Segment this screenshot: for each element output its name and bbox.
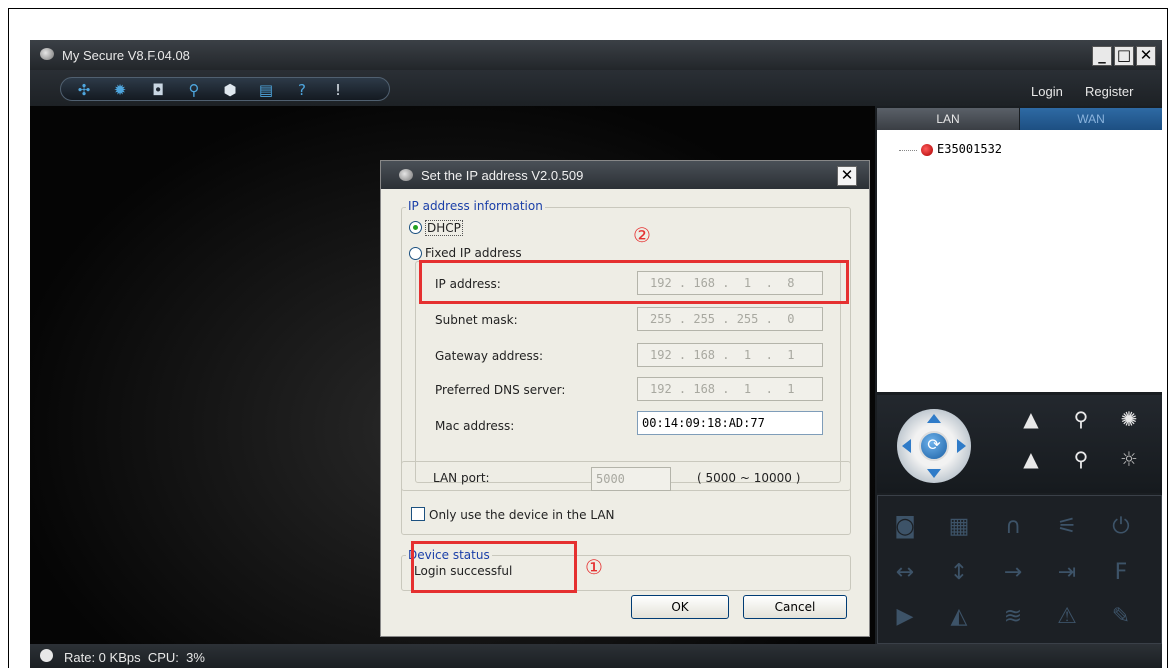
iris-close-icon[interactable]: ☼	[1117, 447, 1141, 471]
search-icon[interactable]: ⚲	[185, 81, 203, 99]
mirror-icon[interactable]: ◭	[944, 604, 974, 630]
enter-icon[interactable]: ⇥	[1052, 560, 1082, 586]
record-icon[interactable]: ▦	[944, 514, 974, 540]
radio-selected-dot	[413, 225, 418, 230]
focus-near-icon[interactable]: ▲	[1019, 447, 1043, 471]
tab-wan[interactable]: WAN	[1020, 108, 1162, 130]
device-name: E35001532	[937, 142, 1003, 156]
lan-port-input[interactable]: 5000	[591, 467, 671, 491]
fixed-ip-radio[interactable]	[409, 247, 422, 260]
cancel-button[interactable]: Cancel	[743, 595, 847, 619]
tool-strip: ✣ ✹ ◘ ⚲ ⬢ ▤ ? !	[60, 77, 390, 101]
status-text: Rate: 0 KBps CPU: 3%	[64, 650, 205, 665]
wifi-icon[interactable]: ≋	[998, 604, 1028, 630]
pan-right-icon[interactable]	[957, 439, 966, 453]
pan-down-icon[interactable]	[927, 469, 941, 478]
move-right-icon[interactable]: →	[998, 560, 1028, 586]
dhcp-label[interactable]: DHCP	[425, 220, 463, 236]
play-icon[interactable]: ▶	[890, 604, 920, 630]
app-window: My Secure V8.F.04.08 _ □ ✕ ✣ ✹ ◘ ⚲ ⬢ ▤ ?…	[30, 40, 1162, 668]
tree-connector	[899, 150, 917, 151]
zoom-in-icon[interactable]: ⚲	[1069, 407, 1093, 431]
login-link[interactable]: Login	[1031, 84, 1063, 99]
dialog-title-bar: Set the IP address V2.0.509 ✕	[381, 161, 869, 189]
zoom-out-icon[interactable]: ⚲	[1069, 447, 1093, 471]
function-buttons-panel: ◙ ▦ ∩ ⚟ ⏻ ↔ ↕ → ⇥ F ▶ ◭ ≋ ⚠ ✎	[877, 495, 1162, 644]
fixed-ip-label[interactable]: Fixed IP address	[425, 246, 522, 260]
network-tabs: LAN WAN	[877, 108, 1162, 130]
annotation-marker-1: ①	[585, 555, 603, 579]
ip-settings-dialog: Set the IP address V2.0.509 ✕ IP address…	[380, 160, 870, 637]
talk-icon[interactable]: ⚟	[1052, 514, 1082, 540]
camera-device-icon	[921, 144, 933, 156]
power-icon[interactable]: ⏻	[1106, 514, 1136, 540]
dns-label: Preferred DNS server:	[435, 383, 566, 397]
gear-icon[interactable]: ✹	[111, 81, 129, 99]
dialog-title: Set the IP address V2.0.509	[421, 168, 584, 183]
minimize-button[interactable]: _	[1092, 46, 1112, 66]
pan-up-icon[interactable]	[927, 414, 941, 423]
grid-icon[interactable]: ✣	[75, 81, 93, 99]
wrench-icon[interactable]: ✎	[1106, 604, 1136, 630]
maximize-button[interactable]: □	[1114, 46, 1134, 66]
horizontal-cruise-icon[interactable]: ↔	[890, 560, 920, 586]
ptz-joystick[interactable]: ⟳	[897, 409, 971, 483]
lan-only-label[interactable]: Only use the device in the LAN	[429, 508, 615, 522]
mac-address-input[interactable]: 00:14:09:18:AD:77	[637, 411, 823, 435]
lan-port-range: ( 5000 ~ 10000 )	[697, 471, 801, 485]
device-list: E35001532	[877, 130, 1162, 392]
tab-lan[interactable]: LAN	[877, 108, 1019, 130]
vertical-cruise-icon[interactable]: ↕	[944, 560, 974, 586]
gateway-input[interactable]: 192 . 168 . 1 . 1	[637, 343, 823, 367]
status-indicator-icon	[40, 649, 53, 662]
ok-button[interactable]: OK	[631, 595, 729, 619]
alarm-icon[interactable]: ⚠	[1052, 604, 1082, 630]
subnet-mask-label: Subnet mask:	[435, 313, 518, 327]
focus-far-icon[interactable]: ▲	[1019, 407, 1043, 431]
audio-icon[interactable]: ∩	[998, 514, 1028, 540]
register-link[interactable]: Register	[1085, 84, 1133, 99]
lock-icon[interactable]: ⬢	[221, 81, 239, 99]
lan-only-checkbox[interactable]	[411, 507, 425, 521]
mac-address-label: Mac address:	[435, 419, 515, 433]
info-icon[interactable]: !	[329, 81, 347, 99]
annotation-marker-2: ②	[633, 223, 651, 247]
annotation-box-ip	[419, 260, 849, 304]
auto-rotate-icon[interactable]: ⟳	[919, 431, 949, 461]
iris-open-icon[interactable]: ✺	[1117, 407, 1141, 431]
snapshot-icon[interactable]: ◙	[890, 514, 920, 540]
ip-info-legend: IP address information	[406, 199, 545, 213]
annotation-box-status	[411, 541, 577, 593]
status-bar: Rate: 0 KBps CPU: 3%	[30, 644, 1162, 668]
dialog-logo-icon	[399, 169, 413, 181]
dns-input[interactable]: 192 . 168 . 1 . 1	[637, 377, 823, 401]
window-title: My Secure V8.F.04.08	[62, 48, 190, 63]
toolbar: ✣ ✹ ◘ ⚲ ⬢ ▤ ? !	[30, 70, 1162, 106]
help-icon[interactable]: ?	[293, 81, 311, 99]
save-icon[interactable]: ▤	[257, 81, 275, 99]
ptz-control-panel: ⟳ ▲ ▲ ⚲ ⚲ ✺ ☼	[877, 395, 1162, 493]
app-logo-icon	[40, 48, 54, 60]
camera-icon[interactable]: ◘	[149, 81, 167, 99]
dialog-close-button[interactable]: ✕	[837, 166, 857, 186]
title-bar: My Secure V8.F.04.08 _ □ ✕	[30, 40, 1162, 70]
close-button[interactable]: ✕	[1136, 46, 1156, 66]
lan-port-label: LAN port:	[433, 471, 490, 485]
subnet-mask-input[interactable]: 255 . 255 . 255 . 0	[637, 307, 823, 331]
dhcp-radio[interactable]	[409, 221, 422, 234]
pan-left-icon[interactable]	[902, 439, 911, 453]
flip-icon[interactable]: F	[1106, 560, 1136, 586]
gateway-label: Gateway address:	[435, 349, 544, 363]
